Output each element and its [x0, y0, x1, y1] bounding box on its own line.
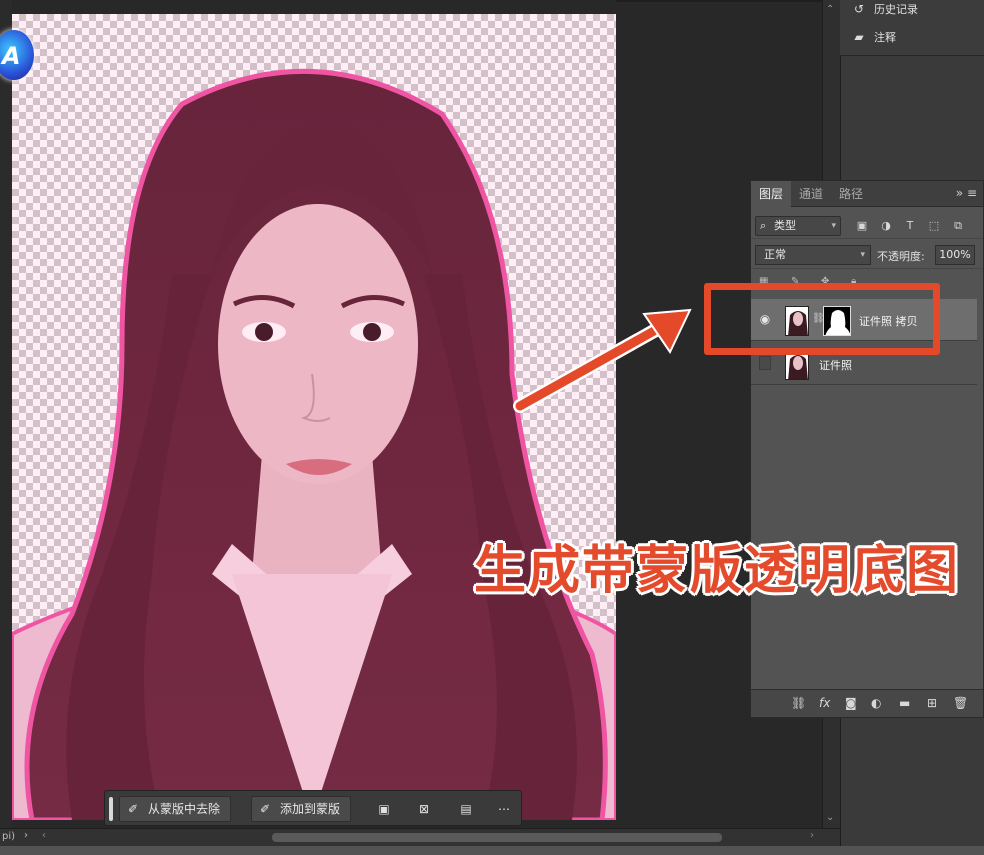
brush-plus-icon: ✐ — [260, 802, 271, 816]
add-label: 添加到蒙版 — [280, 802, 341, 816]
adjustment-layer-icon[interactable]: ◐ — [871, 696, 881, 710]
layer-filter-select[interactable]: ⌕ 类型 ▾ — [755, 216, 841, 236]
canvas-left-edge — [0, 0, 12, 828]
comment-icon: ▰ — [854, 30, 864, 44]
layer-name[interactable]: 证件照 — [819, 357, 852, 373]
filter-label: 类型 — [774, 219, 796, 232]
tab-paths[interactable]: 路径 — [831, 181, 871, 207]
mask-options-icon[interactable]: ▤ — [457, 800, 475, 818]
filter-pixel-icon[interactable]: ▣ — [855, 219, 869, 233]
toolbar-grip[interactable] — [109, 797, 113, 821]
tab-layers[interactable]: 图层 — [751, 181, 792, 207]
filter-type-icon[interactable]: T — [903, 219, 917, 233]
comment-item[interactable]: ▰ 注释 — [852, 28, 896, 46]
blend-row: 正常 ▾ 不透明度: 100% — [751, 241, 983, 269]
callout-highlight-box — [704, 283, 940, 355]
history-label: 历史记录 — [874, 3, 918, 16]
fx-icon[interactable]: fx — [819, 696, 830, 710]
horizontal-scroll-thumb[interactable] — [272, 833, 722, 842]
link-layers-icon[interactable]: ⛓ — [791, 696, 806, 710]
layers-panel-tabs: 图层 通道 路径 » ≡ — [751, 181, 983, 207]
status-expand-icon[interactable]: › — [24, 830, 28, 841]
opacity-label: 不透明度: — [877, 250, 925, 263]
blend-mode-value: 正常 — [764, 248, 786, 261]
callout-arrow — [513, 308, 692, 413]
bottom-strip — [0, 846, 984, 855]
filter-shape-icon[interactable]: ⬚ — [927, 219, 941, 233]
trash-icon[interactable]: 🗑︎ — [953, 696, 968, 710]
filter-adjustment-icon[interactable]: ◑ — [879, 219, 893, 233]
scroll-right-icon[interactable]: › — [810, 830, 814, 841]
subtract-from-mask-button[interactable]: ✐ 从蒙版中去除 — [119, 796, 232, 822]
subtract-label: 从蒙版中去除 — [148, 802, 221, 816]
visibility-toggle[interactable] — [759, 356, 771, 370]
layers-footer: ⛓ fx ◙ ◐ ▬ ⊞ 🗑︎ — [751, 689, 983, 717]
layer-filter-row: ⌕ 类型 ▾ ▣ ◑ T ⬚ ⧉ — [751, 211, 983, 239]
status-bar: pi) › ‹ › — [0, 828, 840, 846]
add-to-mask-button[interactable]: ✐ 添加到蒙版 — [251, 796, 352, 822]
caption-text: 生成带蒙版透明底图 — [474, 541, 961, 601]
scroll-down-icon[interactable]: ⌄ — [826, 812, 834, 823]
search-icon: ⌕ — [760, 219, 767, 232]
chevron-down-icon: ▾ — [831, 221, 836, 231]
brush-minus-icon: ✐ — [128, 802, 139, 816]
zoom-readout: pi) — [2, 831, 16, 842]
history-item[interactable]: ↺ 历史记录 — [852, 0, 918, 18]
history-icon: ↺ — [853, 2, 865, 16]
layers-panel: 图层 通道 路径 » ≡ ⌕ 类型 ▾ ▣ ◑ T ⬚ ⧉ 正常 ▾ 不透明度:… — [750, 180, 984, 718]
scroll-up-icon[interactable]: ⌃ — [826, 4, 834, 15]
comment-label: 注释 — [874, 31, 896, 44]
new-layer-icon[interactable]: ⊞ — [927, 696, 937, 710]
history-panel: ↺ 历史记录 ▰ 注释 — [840, 0, 984, 56]
top-divider — [616, 0, 840, 2]
filter-smart-icon[interactable]: ⧉ — [951, 219, 965, 233]
scroll-left-icon[interactable]: ‹ — [42, 830, 46, 841]
group-folder-icon[interactable]: ▬ — [899, 696, 910, 710]
disable-mask-icon[interactable]: ⊠ — [415, 800, 433, 818]
blend-mode-select[interactable]: 正常 ▾ — [755, 245, 871, 265]
mask-settings-icon[interactable]: ▣ — [375, 800, 393, 818]
opacity-input[interactable]: 100% — [935, 245, 975, 265]
tab-channels[interactable]: 通道 — [791, 181, 831, 207]
add-mask-icon[interactable]: ◙ — [845, 696, 857, 710]
panel-menu-icon[interactable]: » ≡ — [956, 186, 977, 200]
photoshop-window: A ⌃ ⌄ pi) › ‹ › ↺ 历史记录 ▰ 注释 图层 通道 路径 » ≡ — [0, 0, 984, 855]
chevron-down-icon: ▾ — [860, 250, 865, 260]
more-options-icon[interactable]: ⋯ — [495, 800, 513, 818]
mask-toolbar: ✐ 从蒙版中去除 ✐ 添加到蒙版 ▣ ⊠ ▤ ⋯ — [104, 790, 522, 826]
